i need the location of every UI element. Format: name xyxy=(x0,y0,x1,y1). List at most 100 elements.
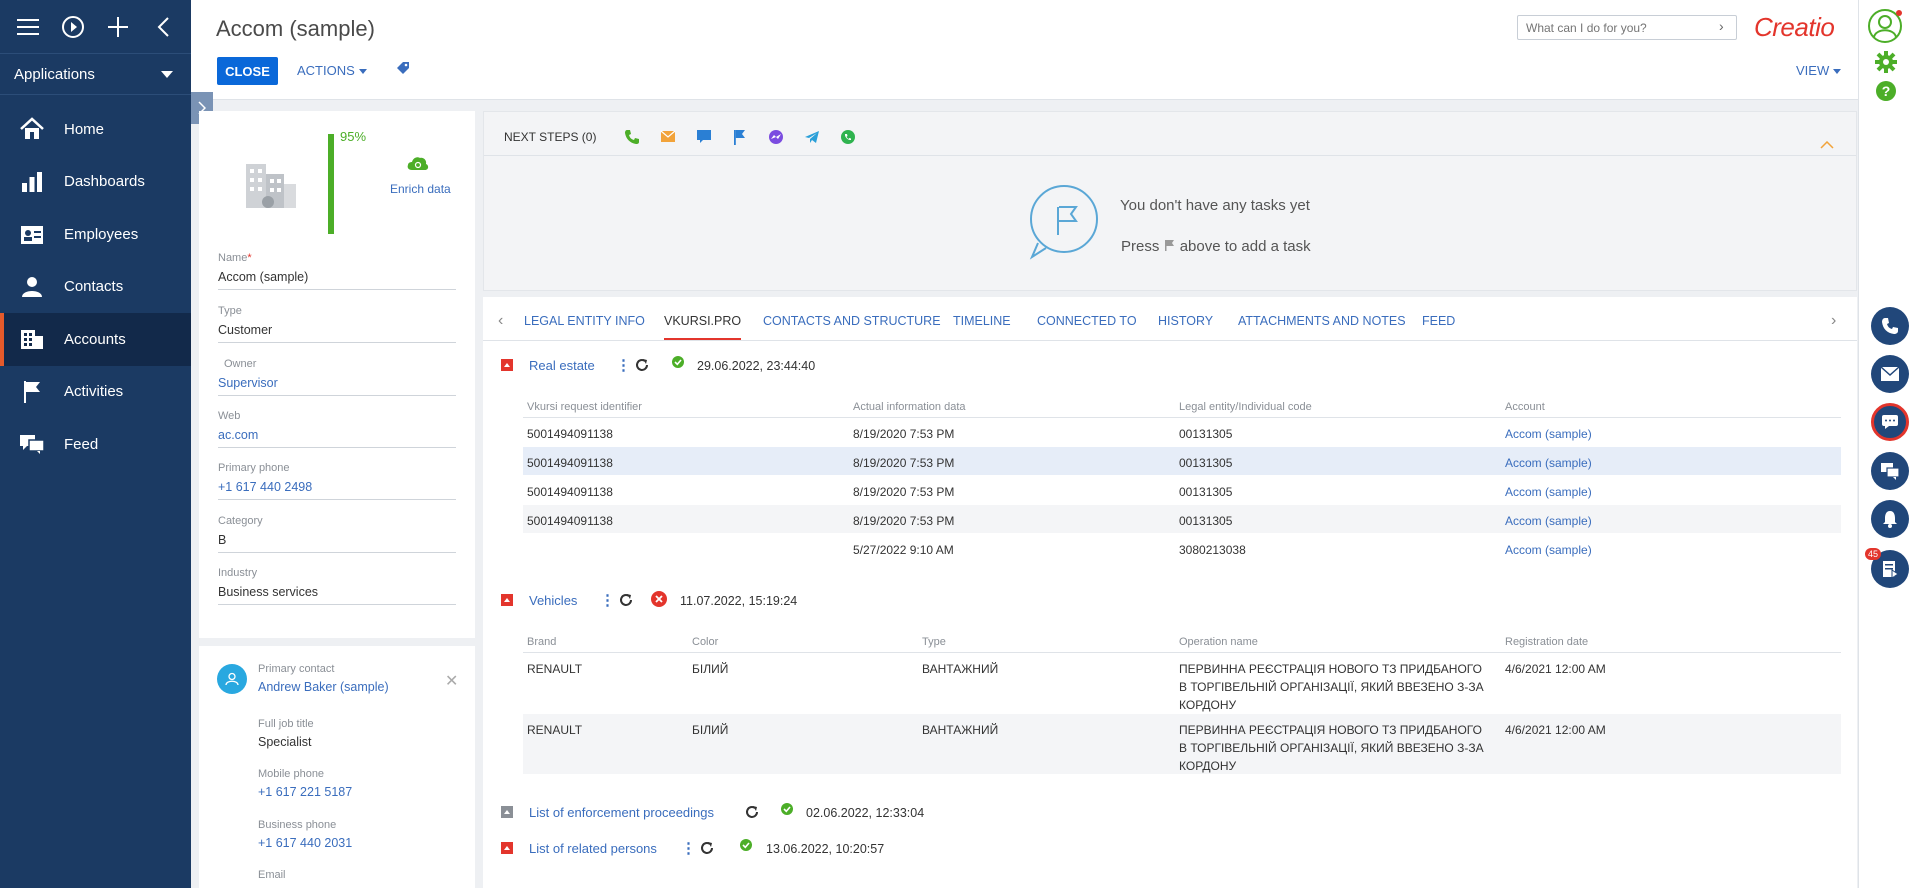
feed-messages-icon[interactable] xyxy=(1871,452,1909,490)
more-options-icon[interactable]: ⋮ xyxy=(681,839,696,857)
account-link[interactable]: Accom (sample) xyxy=(1505,454,1592,472)
category-field[interactable]: Category B xyxy=(218,515,456,553)
cloud-search-icon[interactable] xyxy=(406,155,430,174)
col-vkursi-request-id[interactable]: Vkursi request identifier xyxy=(527,398,642,416)
col-type[interactable]: Type xyxy=(922,633,946,651)
tab-legal-entity-info[interactable]: LEGAL ENTITY INFO xyxy=(524,314,645,328)
help-icon[interactable]: ? xyxy=(1875,80,1897,105)
col-brand[interactable]: Brand xyxy=(527,633,556,651)
search-go-icon[interactable]: › xyxy=(1719,18,1724,34)
refresh-icon[interactable] xyxy=(745,805,759,822)
tab-timeline[interactable]: TIMELINE xyxy=(953,314,1011,328)
web-value[interactable]: ac.com xyxy=(218,428,456,448)
nav-item-feed[interactable]: Feed xyxy=(0,418,191,471)
email-icon[interactable] xyxy=(1871,355,1909,393)
name-field[interactable]: Name* Accom (sample) xyxy=(218,252,456,290)
industry-field[interactable]: Industry Business services xyxy=(218,567,456,605)
business-phone-link[interactable]: +1 617 440 2031 xyxy=(258,836,352,850)
expand-section-icon[interactable] xyxy=(501,806,513,818)
messenger-icon[interactable] xyxy=(768,129,784,148)
business-phone-label: Business phone xyxy=(258,819,337,831)
web-field[interactable]: Web ac.com xyxy=(218,410,456,448)
enrich-data-link[interactable]: Enrich data xyxy=(390,182,451,196)
collapse-panel-icon[interactable] xyxy=(1820,138,1834,152)
owner-value[interactable]: Supervisor xyxy=(218,376,456,396)
tab-feed[interactable]: FEED xyxy=(1422,314,1455,328)
search-input[interactable] xyxy=(1517,15,1737,40)
account-link[interactable]: Accom (sample) xyxy=(1505,425,1592,443)
table-row[interactable]: 5001494091138 8/19/2020 7:53 PM 00131305… xyxy=(523,505,1841,534)
table-row[interactable]: 5001494091138 8/19/2020 7:53 PM 00131305… xyxy=(523,418,1841,447)
col-color[interactable]: Color xyxy=(692,633,718,651)
call-icon[interactable] xyxy=(624,129,640,148)
collapse-section-icon[interactable] xyxy=(501,594,513,606)
applications-dropdown[interactable]: Applications xyxy=(0,53,191,95)
vehicles-title[interactable]: Vehicles xyxy=(529,593,577,608)
nav-item-contacts[interactable]: Contacts xyxy=(0,261,191,314)
nav-item-activities[interactable]: Activities xyxy=(0,366,191,419)
refresh-icon[interactable] xyxy=(619,593,633,610)
message-icon[interactable] xyxy=(696,129,712,146)
actions-button[interactable]: ACTIONS xyxy=(297,63,367,78)
nav-item-employees[interactable]: Employees xyxy=(0,208,191,261)
email-task-icon[interactable] xyxy=(660,129,676,146)
tab-contacts-and-structure[interactable]: CONTACTS AND STRUCTURE xyxy=(763,314,941,328)
primary-contact-link[interactable]: Andrew Baker (sample) xyxy=(258,680,389,694)
owner-field[interactable]: Owner Supervisor xyxy=(218,358,456,396)
col-legal-entity-code[interactable]: Legal entity/Individual code xyxy=(1179,398,1312,416)
table-row[interactable]: RENAULT БІЛИЙ ВАНТАЖНИЙ ПЕРВИННА РЕЄСТРА… xyxy=(523,653,1841,714)
view-button[interactable]: VIEW xyxy=(1796,63,1842,78)
type-field[interactable]: Type Customer xyxy=(218,305,456,343)
tab-scroll-right-icon[interactable]: › xyxy=(1831,312,1836,330)
phone-call-icon[interactable] xyxy=(1871,307,1909,345)
tab-history[interactable]: HISTORY xyxy=(1158,314,1213,328)
nav-item-dashboards[interactable]: Dashboards xyxy=(0,156,191,209)
collapse-section-icon[interactable] xyxy=(501,842,513,854)
col-registration-date[interactable]: Registration date xyxy=(1505,633,1588,651)
notifications-bell-icon[interactable] xyxy=(1871,500,1909,538)
settings-gear-icon[interactable] xyxy=(1875,51,1897,76)
collapse-section-icon[interactable] xyxy=(501,359,513,371)
close-icon[interactable]: ✕ xyxy=(445,671,458,691)
refresh-icon[interactable] xyxy=(635,358,649,375)
nav-item-accounts[interactable]: Accounts xyxy=(0,313,191,366)
table-row[interactable]: 5/27/2022 9:10 AM 3080213038 Accom (samp… xyxy=(523,534,1841,563)
telegram-icon[interactable] xyxy=(804,129,820,148)
page-header: Accom (sample) CLOSE ACTIONS › Creatio V… xyxy=(191,0,1858,100)
run-process-icon[interactable] xyxy=(57,11,89,43)
flag-task-icon[interactable] xyxy=(732,129,746,148)
more-options-icon[interactable]: ⋮ xyxy=(616,356,631,374)
whatsapp-icon[interactable] xyxy=(840,129,856,148)
primary-phone-value[interactable]: +1 617 440 2498 xyxy=(218,480,456,500)
enforcement-title[interactable]: List of enforcement proceedings xyxy=(529,805,714,820)
next-steps-label[interactable]: NEXT STEPS (0) xyxy=(504,130,596,144)
col-operation-name[interactable]: Operation name xyxy=(1179,633,1258,651)
tag-icon[interactable] xyxy=(396,61,410,78)
add-icon[interactable] xyxy=(102,11,134,43)
account-link[interactable]: Accom (sample) xyxy=(1505,541,1592,559)
tab-vkursi-pro[interactable]: VKURSI.PRO xyxy=(664,314,742,340)
real-estate-title[interactable]: Real estate xyxy=(529,358,595,373)
mobile-phone-link[interactable]: +1 617 221 5187 xyxy=(258,785,352,799)
col-actual-info-date[interactable]: Actual information data xyxy=(853,398,966,416)
table-row[interactable]: RENAULT БІЛИЙ ВАНТАЖНИЙ ПЕРВИННА РЕЄСТРА… xyxy=(523,714,1841,775)
close-button[interactable]: CLOSE xyxy=(217,57,278,85)
primary-contact-label: Primary contact xyxy=(258,663,335,675)
hamburger-menu-icon[interactable] xyxy=(12,11,44,43)
tab-connected-to[interactable]: CONNECTED TO xyxy=(1037,314,1137,328)
account-link[interactable]: Accom (sample) xyxy=(1505,512,1592,530)
primary-phone-field[interactable]: Primary phone +1 617 440 2498 xyxy=(218,462,456,500)
related-persons-title[interactable]: List of related persons xyxy=(529,841,657,856)
collapse-nav-icon[interactable] xyxy=(147,11,179,43)
account-link[interactable]: Accom (sample) xyxy=(1505,483,1592,501)
chat-icon[interactable] xyxy=(1871,403,1909,441)
tab-scroll-left-icon[interactable]: ‹ xyxy=(498,312,503,330)
user-profile-icon[interactable] xyxy=(1867,8,1903,47)
table-row[interactable]: 5001494091138 8/19/2020 7:53 PM 00131305… xyxy=(523,476,1841,505)
tab-attachments-and-notes[interactable]: ATTACHMENTS AND NOTES xyxy=(1238,314,1406,328)
nav-item-home[interactable]: Home xyxy=(0,103,191,156)
more-options-icon[interactable]: ⋮ xyxy=(600,591,615,609)
table-row[interactable]: 5001494091138 8/19/2020 7:53 PM 00131305… xyxy=(523,447,1841,476)
col-account[interactable]: Account xyxy=(1505,398,1545,416)
refresh-icon[interactable] xyxy=(700,841,714,858)
